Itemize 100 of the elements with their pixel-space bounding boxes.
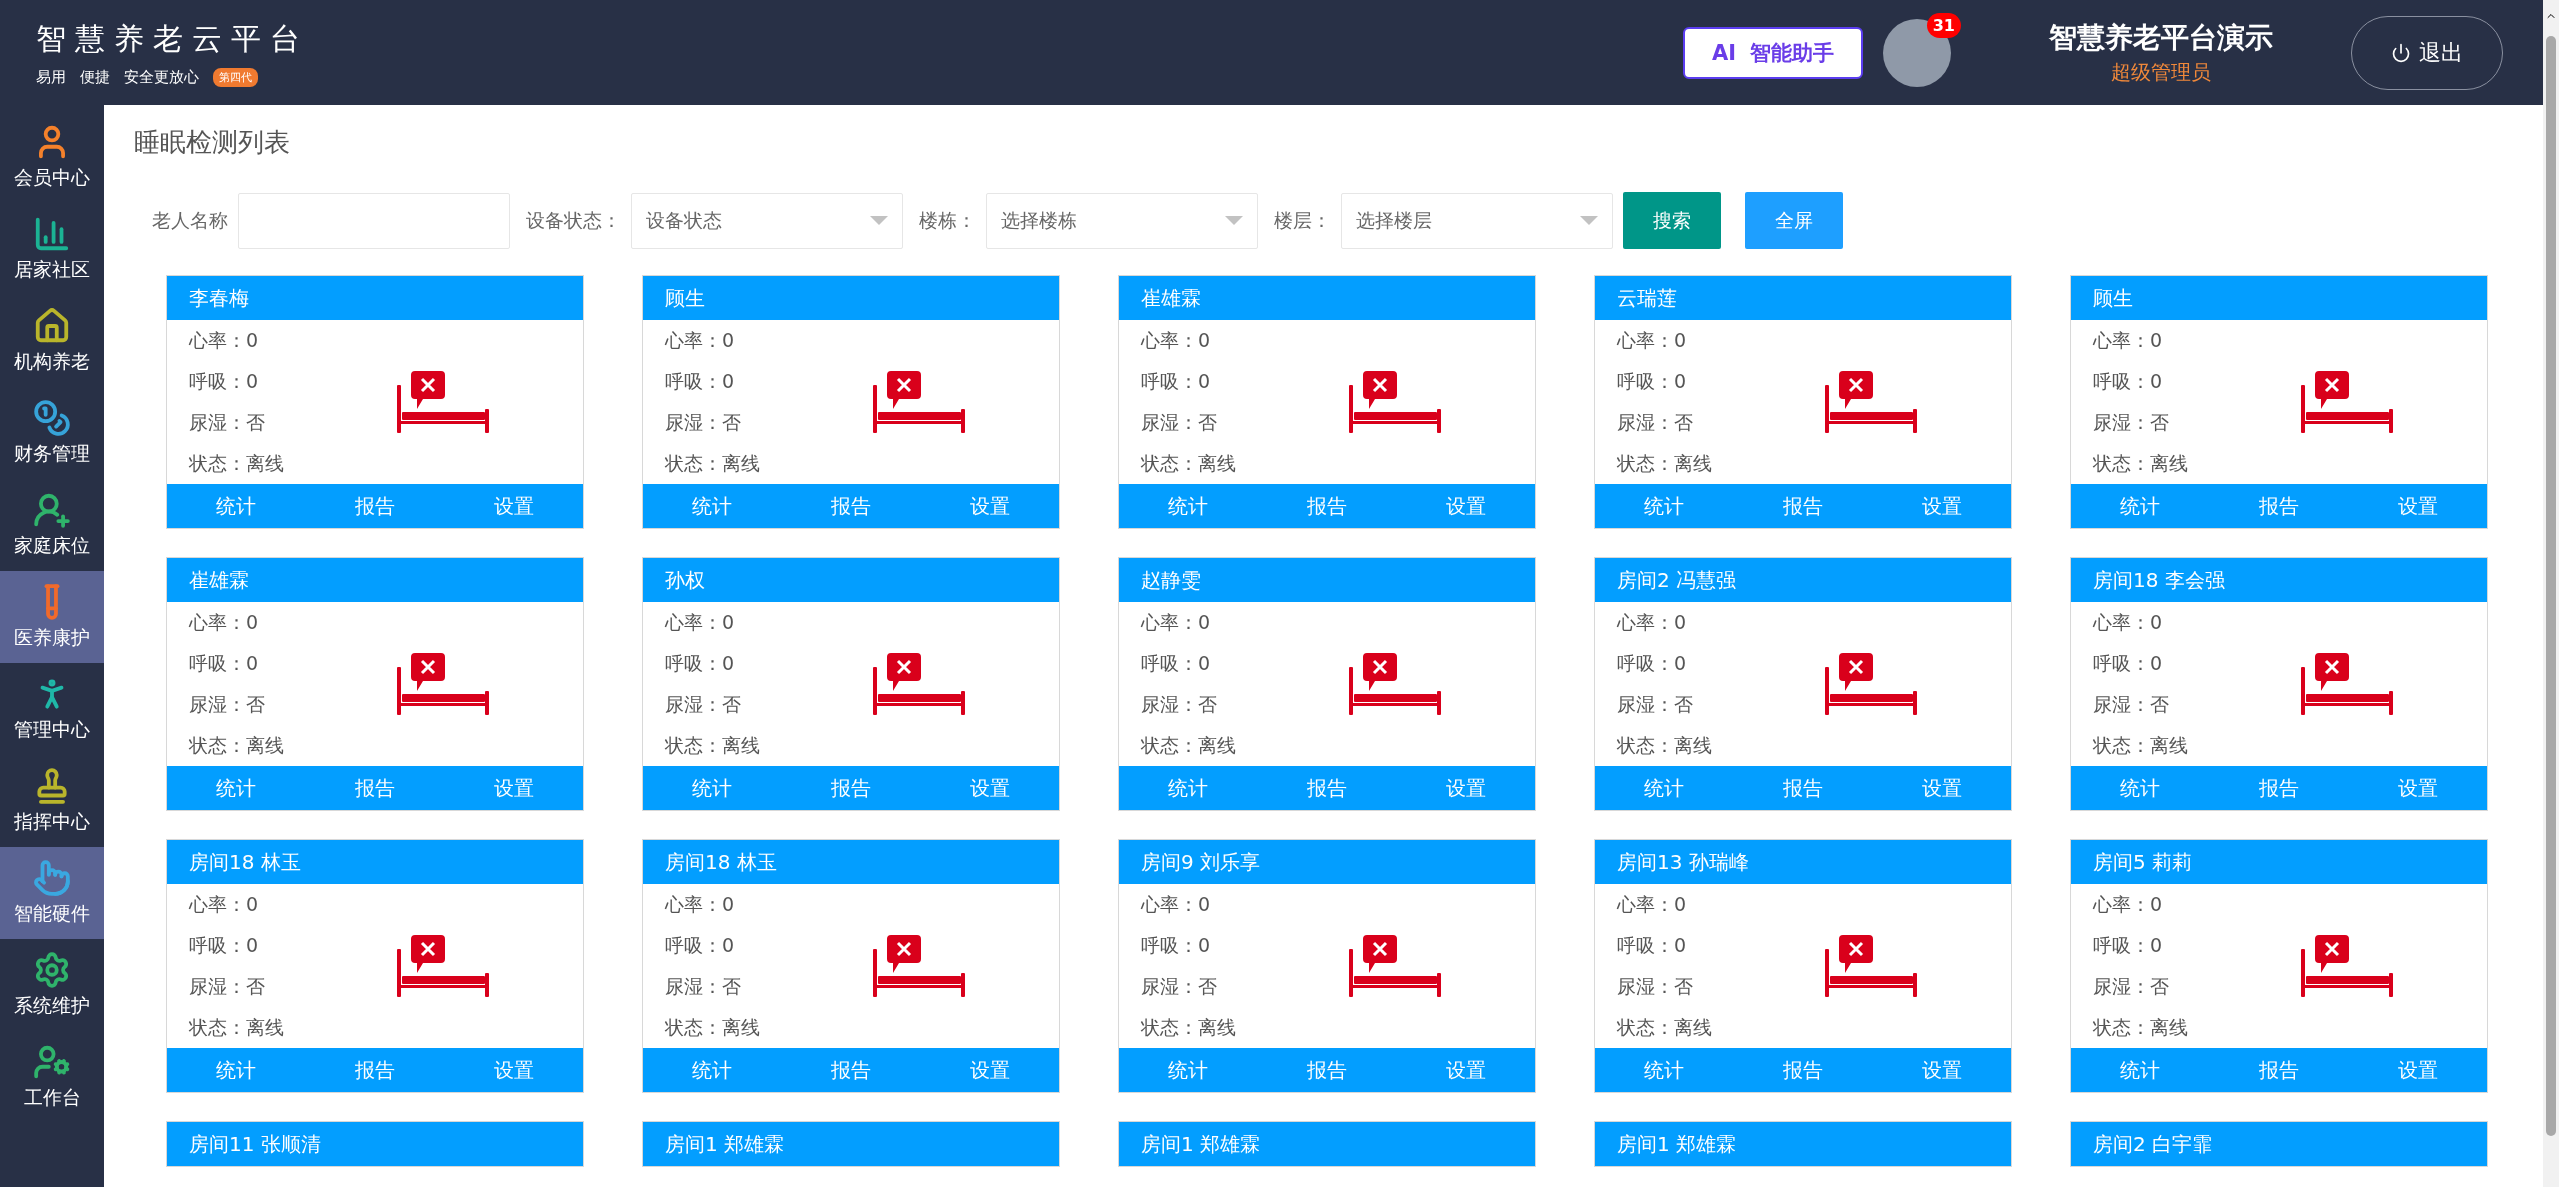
sidebar-item[interactable]: 工作台 bbox=[0, 1031, 104, 1123]
card-action-link[interactable]: 统计 bbox=[1644, 774, 1685, 802]
user-icon bbox=[33, 491, 71, 529]
card-field: 呼吸：0 bbox=[1141, 643, 1349, 684]
card-action-link[interactable]: 设置 bbox=[1445, 1056, 1486, 1084]
card-action-link[interactable]: 报告 bbox=[2259, 1056, 2299, 1084]
card-field: 状态：离线 bbox=[189, 1007, 397, 1048]
card-field: 呼吸：0 bbox=[1617, 925, 1825, 966]
sidebar-item[interactable]: 智能硬件 bbox=[0, 847, 104, 939]
field-label: 老人名称 bbox=[152, 207, 228, 233]
card-title: 房间18 林玉 bbox=[643, 840, 1059, 884]
card-action-link[interactable]: 报告 bbox=[1307, 1056, 1347, 1084]
sidebar-item[interactable]: 家庭床位 bbox=[0, 479, 104, 571]
slogan: 便捷 bbox=[80, 67, 110, 87]
scrollbar[interactable] bbox=[2543, 0, 2559, 1187]
card-action-link[interactable]: 报告 bbox=[355, 492, 395, 520]
name-input-field[interactable] bbox=[238, 192, 510, 249]
sidebar-item[interactable]: 会员中心 bbox=[0, 111, 104, 203]
status-select[interactable]: 设备状态 bbox=[631, 192, 903, 249]
bed-offline-icon bbox=[873, 371, 965, 433]
card-field: 呼吸：0 bbox=[189, 925, 397, 966]
card-action-link[interactable]: 报告 bbox=[2259, 774, 2299, 802]
card-title: 李春梅 bbox=[167, 276, 583, 320]
card-action-link[interactable]: 报告 bbox=[1783, 492, 1823, 520]
bed-offline-icon bbox=[397, 935, 489, 997]
card-action-link[interactable]: 报告 bbox=[831, 1056, 871, 1084]
card-action-link[interactable]: 报告 bbox=[2259, 492, 2299, 520]
card-field: 状态：离线 bbox=[1141, 725, 1349, 766]
card-action-link[interactable]: 报告 bbox=[355, 1056, 395, 1084]
card-action-link[interactable]: 统计 bbox=[2120, 774, 2161, 802]
card-action-link[interactable]: 统计 bbox=[216, 492, 257, 520]
building-select[interactable]: 选择楼栋 bbox=[986, 192, 1258, 249]
card-action-link[interactable]: 统计 bbox=[1168, 492, 1209, 520]
card-action-link[interactable]: 设置 bbox=[1921, 774, 1962, 802]
card-title: 房间18 李会强 bbox=[2071, 558, 2487, 602]
card-action-link[interactable]: 设置 bbox=[2397, 774, 2438, 802]
search-button[interactable]: 搜索 bbox=[1623, 192, 1721, 249]
card-field: 尿湿：否 bbox=[665, 402, 873, 443]
floor-select[interactable]: 选择楼层 bbox=[1341, 192, 1613, 249]
sidebar-item[interactable]: 机构养老 bbox=[0, 295, 104, 387]
card-field: 尿湿：否 bbox=[1617, 402, 1825, 443]
card-action-link[interactable]: 设置 bbox=[493, 774, 534, 802]
card-action-link[interactable]: 设置 bbox=[1921, 492, 1962, 520]
card-action-link[interactable]: 报告 bbox=[1783, 1056, 1823, 1084]
card-action-link[interactable]: 设置 bbox=[2397, 1056, 2438, 1084]
pointer-hand-icon bbox=[33, 859, 71, 897]
card-action-link[interactable]: 报告 bbox=[831, 492, 871, 520]
card-title: 房间2 冯慧强 bbox=[1595, 558, 2011, 602]
card-field: 尿湿：否 bbox=[2093, 966, 2301, 1007]
sidebar-item[interactable]: 管理中心 bbox=[0, 663, 104, 755]
card-field: 状态：离线 bbox=[2093, 1007, 2301, 1048]
card-action-link[interactable]: 设置 bbox=[969, 774, 1010, 802]
card-field: 心率：0 bbox=[1617, 602, 1825, 643]
card-action-link[interactable]: 报告 bbox=[1307, 492, 1347, 520]
card-field: 尿湿：否 bbox=[1141, 402, 1349, 443]
card-action-link[interactable]: 报告 bbox=[1783, 774, 1823, 802]
card-action-link[interactable]: 设置 bbox=[1445, 492, 1486, 520]
bed-offline-icon bbox=[1349, 935, 1441, 997]
coin-stack-icon bbox=[33, 399, 71, 437]
bed-offline-icon bbox=[873, 653, 965, 715]
bed-offline-icon bbox=[397, 653, 489, 715]
card-action-link[interactable]: 报告 bbox=[1307, 774, 1347, 802]
sidebar-item[interactable]: 居家社区 bbox=[0, 203, 104, 295]
card-field: 尿湿：否 bbox=[189, 966, 397, 1007]
card-action-link[interactable]: 统计 bbox=[692, 774, 733, 802]
card-action-link[interactable]: 设置 bbox=[1921, 1056, 1962, 1084]
card-field: 呼吸：0 bbox=[189, 643, 397, 684]
card-action-link[interactable]: 设置 bbox=[969, 1056, 1010, 1084]
card-action-link[interactable]: 设置 bbox=[1445, 774, 1486, 802]
sidebar-item[interactable]: 系统维护 bbox=[0, 939, 104, 1031]
card-action-link[interactable]: 统计 bbox=[216, 774, 257, 802]
bed-offline-icon bbox=[2301, 935, 2393, 997]
card-field: 状态：离线 bbox=[1141, 1007, 1349, 1048]
card-action-link[interactable]: 统计 bbox=[1644, 1056, 1685, 1084]
card-action-link[interactable]: 统计 bbox=[692, 1056, 733, 1084]
sidebar-item[interactable]: 财务管理 bbox=[0, 387, 104, 479]
card-title: 顾生 bbox=[643, 276, 1059, 320]
card-action-link[interactable]: 设置 bbox=[493, 1056, 534, 1084]
card-field: 尿湿：否 bbox=[1617, 684, 1825, 725]
card-action-link[interactable]: 统计 bbox=[1168, 1056, 1209, 1084]
bed-offline-icon bbox=[2301, 653, 2393, 715]
card-action-link[interactable]: 统计 bbox=[692, 492, 733, 520]
card-action-link[interactable]: 统计 bbox=[2120, 1056, 2161, 1084]
user-role: 超级管理员 bbox=[2111, 59, 2211, 86]
card-field: 心率：0 bbox=[1141, 602, 1349, 643]
card-action-link[interactable]: 统计 bbox=[216, 1056, 257, 1084]
card-action-link[interactable]: 统计 bbox=[1644, 492, 1685, 520]
card-action-link[interactable]: 设置 bbox=[493, 492, 534, 520]
card-action-link[interactable]: 设置 bbox=[969, 492, 1010, 520]
sidebar-item[interactable]: 医养康护 bbox=[0, 571, 104, 663]
card-action-link[interactable]: 报告 bbox=[831, 774, 871, 802]
card-action-link[interactable]: 报告 bbox=[355, 774, 395, 802]
ai-assistant-button[interactable]: AI 智能助手 bbox=[1683, 26, 1863, 79]
card-action-link[interactable]: 设置 bbox=[2397, 492, 2438, 520]
card-action-link[interactable]: 统计 bbox=[2120, 492, 2161, 520]
sidebar-item[interactable]: 指挥中心 bbox=[0, 755, 104, 847]
card-action-link[interactable]: 统计 bbox=[1168, 774, 1209, 802]
fullscreen-button[interactable]: 全屏 bbox=[1745, 192, 1843, 249]
card-field: 状态：离线 bbox=[1617, 443, 1825, 484]
card-field: 心率：0 bbox=[2093, 602, 2301, 643]
